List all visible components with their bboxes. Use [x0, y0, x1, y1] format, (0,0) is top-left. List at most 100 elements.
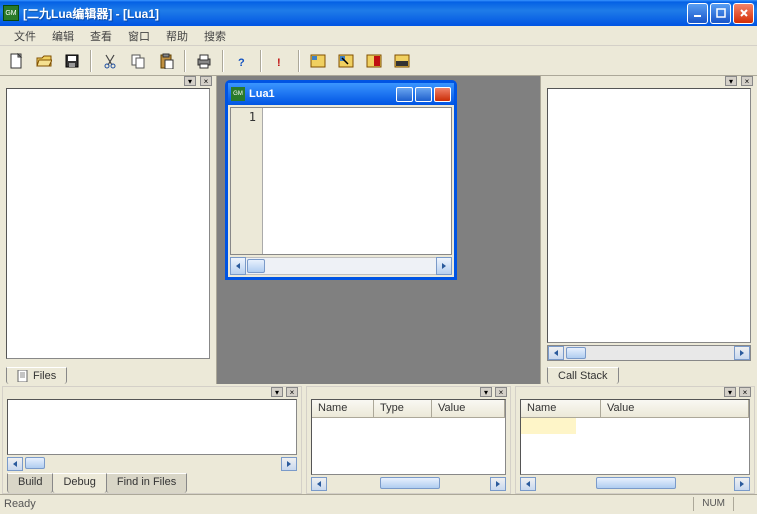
panel-dropdown-icon[interactable]: ▾ — [724, 387, 736, 397]
files-tree[interactable] — [6, 88, 210, 359]
scroll-thumb[interactable] — [25, 457, 45, 469]
close-button[interactable] — [733, 3, 754, 24]
menu-view[interactable]: 查看 — [82, 26, 120, 46]
run-button[interactable]: ! — [268, 49, 292, 73]
editor-window[interactable]: GM Lua1 1 — [225, 80, 457, 280]
callstack-tab[interactable]: Call Stack — [547, 367, 619, 384]
files-tab[interactable]: Files — [6, 367, 67, 384]
toolbar-separator — [184, 50, 186, 72]
help-button[interactable]: ? — [230, 49, 254, 73]
panel-dropdown-icon[interactable]: ▾ — [725, 76, 737, 86]
toolbar-separator — [90, 50, 92, 72]
code-editor[interactable] — [263, 108, 451, 254]
window4-button[interactable] — [390, 49, 414, 73]
scroll-left-icon[interactable] — [230, 257, 246, 275]
debug-tab[interactable]: Debug — [52, 473, 106, 493]
new-file-button[interactable] — [4, 49, 28, 73]
editor-title: Lua1 — [249, 88, 396, 100]
svg-text:?: ? — [238, 57, 245, 69]
build-tab[interactable]: Build — [7, 473, 53, 493]
line-number-gutter: 1 — [231, 108, 263, 254]
window-title: [二九Lua编辑器] - [Lua1] — [23, 5, 687, 22]
scroll-left-icon[interactable] — [7, 457, 23, 471]
files-tab-label: Files — [33, 370, 56, 382]
scroll-left-icon[interactable] — [548, 346, 564, 360]
toolbar: ? ! — [0, 46, 757, 76]
status-cell — [733, 497, 753, 511]
editor-titlebar[interactable]: GM Lua1 — [228, 83, 454, 105]
locals-panel: ▾ × Name Type Value — [306, 386, 511, 494]
panel-close-icon[interactable]: × — [200, 76, 212, 86]
locals-table[interactable]: Name Type Value — [311, 399, 506, 475]
scroll-thumb[interactable] — [566, 347, 586, 359]
output-panel: ▾ × Build Debug Find in Files — [2, 386, 302, 494]
editor-close-button[interactable] — [434, 87, 451, 102]
status-num: NUM — [693, 497, 733, 511]
scroll-left-icon[interactable] — [311, 477, 327, 491]
watch-scrollbar[interactable] — [520, 477, 750, 493]
scroll-thumb[interactable] — [596, 477, 676, 489]
toolbar-separator — [260, 50, 262, 72]
scroll-right-icon[interactable] — [490, 477, 506, 491]
output-scrollbar[interactable] — [7, 457, 297, 473]
editor-minimize-button[interactable] — [396, 87, 413, 102]
scroll-thumb[interactable] — [247, 259, 265, 273]
column-value[interactable]: Value — [601, 400, 749, 417]
save-button[interactable] — [60, 49, 84, 73]
column-name[interactable]: Name — [312, 400, 374, 417]
panel-close-icon[interactable]: × — [495, 387, 507, 397]
print-button[interactable] — [192, 49, 216, 73]
editor-app-icon: GM — [231, 87, 245, 101]
toolbar-separator — [298, 50, 300, 72]
copy-button[interactable] — [126, 49, 150, 73]
menu-search[interactable]: 搜索 — [196, 26, 234, 46]
cut-button[interactable] — [98, 49, 122, 73]
menu-edit[interactable]: 编辑 — [44, 26, 82, 46]
callstack-list[interactable] — [547, 88, 751, 343]
window2-button[interactable] — [334, 49, 358, 73]
toolbar-separator — [222, 50, 224, 72]
watch-panel: ▾ × Name Value — [515, 386, 755, 494]
scroll-left-icon[interactable] — [520, 477, 536, 491]
column-name[interactable]: Name — [521, 400, 601, 417]
scroll-right-icon[interactable] — [281, 457, 297, 471]
panel-dropdown-icon[interactable]: ▾ — [184, 76, 196, 86]
panel-dropdown-icon[interactable]: ▾ — [271, 387, 283, 397]
panel-dropdown-icon[interactable]: ▾ — [480, 387, 492, 397]
output-text[interactable] — [7, 399, 297, 455]
status-ready: Ready — [4, 498, 36, 510]
app-icon: GM — [3, 5, 19, 21]
editor-horizontal-scrollbar[interactable] — [230, 257, 452, 275]
window3-button[interactable] — [362, 49, 386, 73]
mdi-area: GM Lua1 1 — [216, 76, 541, 384]
callstack-panel: ▾ × Call Stack — [541, 76, 757, 384]
scroll-right-icon[interactable] — [436, 257, 452, 275]
editor-maximize-button[interactable] — [415, 87, 432, 102]
column-type[interactable]: Type — [374, 400, 432, 417]
find-in-files-tab[interactable]: Find in Files — [106, 473, 187, 493]
svg-text:!: ! — [277, 57, 281, 69]
scroll-thumb[interactable] — [380, 477, 440, 489]
document-icon — [17, 370, 29, 382]
paste-button[interactable] — [154, 49, 178, 73]
column-value[interactable]: Value — [432, 400, 505, 417]
files-panel: ▾ × Files — [0, 76, 216, 384]
locals-scrollbar[interactable] — [311, 477, 506, 493]
panel-close-icon[interactable]: × — [741, 76, 753, 86]
menubar: 文件 编辑 查看 窗口 帮助 搜索 — [0, 26, 757, 46]
open-file-button[interactable] — [32, 49, 56, 73]
menu-window[interactable]: 窗口 — [120, 26, 158, 46]
panel-close-icon[interactable]: × — [739, 387, 751, 397]
window-titlebar: GM [二九Lua编辑器] - [Lua1] — [0, 0, 757, 26]
callstack-scrollbar[interactable] — [547, 345, 751, 361]
menu-file[interactable]: 文件 — [6, 26, 44, 46]
menu-help[interactable]: 帮助 — [158, 26, 196, 46]
scroll-right-icon[interactable] — [734, 477, 750, 491]
scroll-right-icon[interactable] — [734, 346, 750, 360]
watch-table[interactable]: Name Value — [520, 399, 750, 475]
panel-close-icon[interactable]: × — [286, 387, 298, 397]
maximize-button[interactable] — [710, 3, 731, 24]
window1-button[interactable] — [306, 49, 330, 73]
minimize-button[interactable] — [687, 3, 708, 24]
selected-row[interactable] — [521, 418, 576, 434]
